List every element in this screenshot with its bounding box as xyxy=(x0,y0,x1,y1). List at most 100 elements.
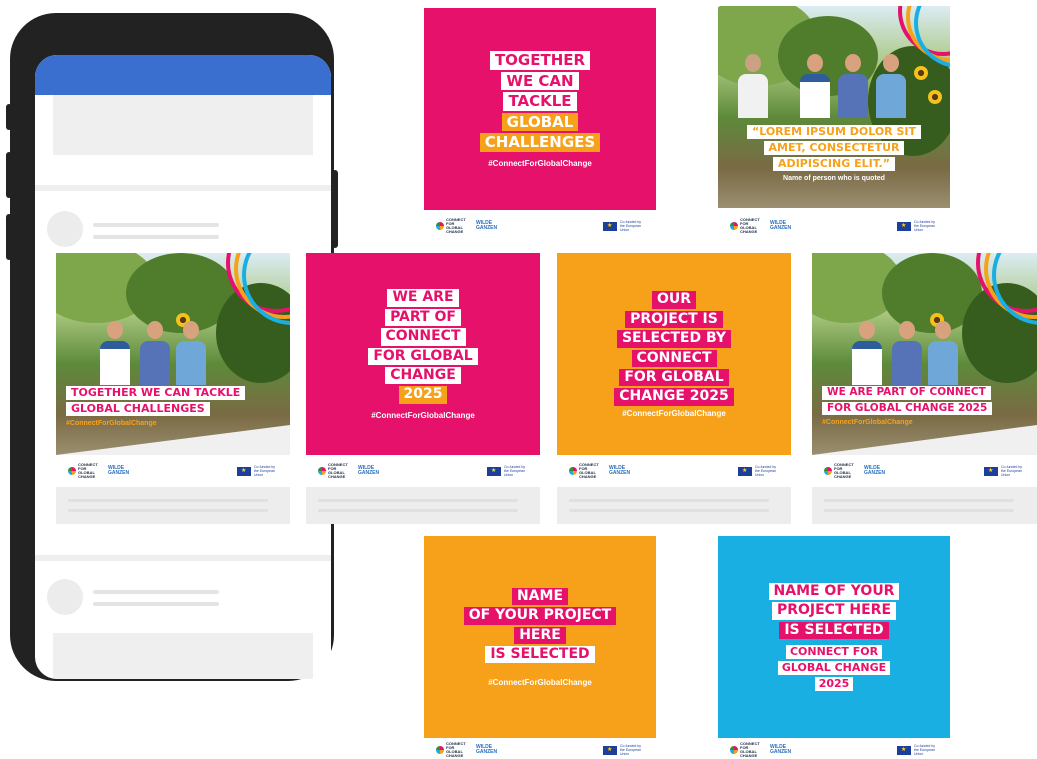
wilde-ganzen-logo: WILDE GANZEN xyxy=(476,744,498,755)
eu-cofunded-logo: Co-funded by the European Union xyxy=(738,465,779,477)
connect-global-change-logo: CONNECT FOR GLOBAL CHANGE xyxy=(730,218,764,234)
group-photo: “LOREM IPSUM DOLOR SIT AMET, CONSECTETUR… xyxy=(718,6,950,208)
wilde-ganzen-logo: WILDE GANZEN xyxy=(358,465,380,476)
post-card-name-selected-blue: NAME OF YOUR PROJECT HERE IS SELECTED CO… xyxy=(718,536,950,759)
eu-flag-icon xyxy=(237,466,251,476)
feed-post-footer xyxy=(56,487,290,524)
feed-post-footer xyxy=(306,487,540,524)
feed-post-photo-together: TOGETHER WE CAN TACKLE GLOBAL CHALLENGES… xyxy=(56,253,290,524)
app-header-bar xyxy=(35,55,331,95)
hashtag-label: #ConnectForGlobalChange xyxy=(66,420,157,428)
headline-line: SELECTED BY xyxy=(616,330,732,348)
wilde-ganzen-logo: WILDE GANZEN xyxy=(864,465,886,476)
logo-strip: CONNECT FOR GLOBAL CHANGE WILDE GANZEN C… xyxy=(424,741,656,759)
text-placeholder xyxy=(93,602,219,606)
logo-strip: CONNECT FOR GLOBAL CHANGE WILDE GANZEN C… xyxy=(718,741,950,759)
logo-strip: CONNECT FOR GLOBAL CHANGE WILDE GANZEN C… xyxy=(56,459,290,483)
headline-line: WE ARE xyxy=(387,289,459,307)
phone-side-button xyxy=(6,214,12,260)
eu-cofunded-logo: Co-funded by the European Union xyxy=(897,220,938,232)
headline-line: TOGETHER WE CAN TACKLE xyxy=(66,386,246,401)
post-background: OUR PROJECT IS SELECTED BY CONNECT FOR G… xyxy=(557,253,791,455)
connect-global-change-logo: CONNECT FOR GLOBAL CHANGE xyxy=(318,463,352,479)
headline-line: CHALLENGES xyxy=(479,133,601,152)
headline-line: NAME xyxy=(511,587,569,606)
wilde-ganzen-logo: WILDE GANZEN xyxy=(770,220,792,231)
headline-line: WE ARE PART OF CONNECT xyxy=(822,386,991,400)
connect-global-change-logo: CONNECT FOR GLOBAL CHANGE xyxy=(730,742,764,758)
headline-line: CONNECT xyxy=(380,328,466,346)
headline-line: FOR GLOBAL xyxy=(368,347,478,365)
post-card-name-selected: NAME OF YOUR PROJECT HERE IS SELECTED #C… xyxy=(424,536,656,759)
feed-post-selected-by: OUR PROJECT IS SELECTED BY CONNECT FOR G… xyxy=(557,253,791,524)
avatar-placeholder xyxy=(47,211,83,247)
quote-line: AMET, CONSECTETUR xyxy=(763,141,905,156)
eu-cofunded-logo: Co-funded by the European Union xyxy=(984,465,1025,477)
post-card-together: TOGETHER WE CAN TACKLE GLOBAL CHALLENGES… xyxy=(424,8,656,240)
post-background: NAME OF YOUR PROJECT HERE IS SELECTED CO… xyxy=(718,536,950,738)
headline-line: TOGETHER xyxy=(489,51,591,70)
quote-attribution: Name of person who is quoted xyxy=(783,175,885,183)
logo-strip: CONNECT FOR GLOBAL CHANGE WILDE GANZEN C… xyxy=(718,214,950,238)
feed-image-placeholder xyxy=(53,633,313,679)
eu-flag-icon xyxy=(603,745,617,755)
subline: CONNECT FOR xyxy=(785,644,883,660)
headline-line: HERE xyxy=(514,626,566,644)
group-photo: WE ARE PART OF CONNECT FOR GLOBAL CHANGE… xyxy=(812,253,1037,455)
connect-global-change-logo: CONNECT FOR GLOBAL CHANGE xyxy=(68,463,102,479)
wilde-ganzen-logo: WILDE GANZEN xyxy=(108,465,130,476)
headline-line: WE CAN xyxy=(501,71,579,91)
logo-strip: CONNECT FOR GLOBAL CHANGE WILDE GANZEN C… xyxy=(812,459,1037,483)
headline-line: OUR xyxy=(651,291,697,309)
avatar-placeholder xyxy=(47,579,83,615)
headline-line: TACKLE xyxy=(503,92,577,111)
eu-flag-icon xyxy=(897,745,911,755)
headline-line: PART OF xyxy=(385,308,461,327)
headline-line: FOR GLOBAL CHANGE 2025 xyxy=(822,401,993,416)
eu-flag-icon xyxy=(603,221,617,231)
phone-side-button xyxy=(332,170,338,248)
headline-line: IS SELECTED xyxy=(485,645,595,664)
headline-line: OF YOUR PROJECT xyxy=(463,607,617,625)
connect-global-change-logo: CONNECT FOR GLOBAL CHANGE xyxy=(824,463,858,479)
feed-divider xyxy=(35,555,331,561)
group-photo: TOGETHER WE CAN TACKLE GLOBAL CHALLENGES… xyxy=(56,253,290,455)
feed-image-placeholder xyxy=(53,95,313,155)
post-background: WE ARE PART OF CONNECT FOR GLOBAL CHANGE… xyxy=(306,253,540,455)
connect-global-change-logo: CONNECT FOR GLOBAL CHANGE xyxy=(436,742,470,758)
text-placeholder xyxy=(93,235,219,239)
post-background: TOGETHER WE CAN TACKLE GLOBAL CHALLENGES… xyxy=(424,8,656,210)
feed-post-footer xyxy=(812,487,1037,524)
phone-side-button xyxy=(6,152,12,198)
headline-line: NAME OF YOUR xyxy=(768,582,900,601)
phone-side-button xyxy=(6,104,12,130)
wilde-ganzen-logo: WILDE GANZEN xyxy=(770,744,792,755)
hashtag-label: #ConnectForGlobalChange xyxy=(822,419,913,427)
logo-strip: CONNECT FOR GLOBAL CHANGE WILDE GANZEN C… xyxy=(557,459,791,483)
headline-line: CHANGE 2025 xyxy=(614,388,734,406)
eu-cofunded-logo: Co-funded by the European Union xyxy=(237,465,278,477)
headline-line: CONNECT xyxy=(631,349,717,367)
subline: GLOBAL CHANGE xyxy=(777,661,891,676)
eu-cofunded-logo: Co-funded by the European Union xyxy=(603,744,644,756)
wilde-ganzen-logo: WILDE GANZEN xyxy=(609,465,631,476)
hashtag-label: #ConnectForGlobalChange xyxy=(488,678,592,688)
headline-line: PROJECT IS xyxy=(625,310,723,329)
headline-line: GLOBAL xyxy=(501,112,579,132)
feed-post-photo-part-of: WE ARE PART OF CONNECT FOR GLOBAL CHANGE… xyxy=(812,253,1037,524)
eu-flag-icon xyxy=(487,466,501,476)
quote-line: ADIPISCING ELIT.” xyxy=(773,157,895,172)
logo-strip: CONNECT FOR GLOBAL CHANGE WILDE GANZEN C… xyxy=(424,214,656,238)
feed-post-footer xyxy=(557,487,791,524)
eu-cofunded-logo: Co-funded by the European Union xyxy=(897,744,938,756)
hashtag-label: #ConnectForGlobalChange xyxy=(371,410,475,420)
feed-post-part-of: WE ARE PART OF CONNECT FOR GLOBAL CHANGE… xyxy=(306,253,540,524)
quote-line: “LOREM IPSUM DOLOR SIT xyxy=(746,125,921,140)
eu-cofunded-logo: Co-funded by the European Union xyxy=(603,220,644,232)
eu-flag-icon xyxy=(738,466,752,476)
headline-line: CHANGE xyxy=(385,366,461,385)
post-background: NAME OF YOUR PROJECT HERE IS SELECTED #C… xyxy=(424,536,656,738)
logo-strip: CONNECT FOR GLOBAL CHANGE WILDE GANZEN C… xyxy=(306,459,540,483)
feed-divider xyxy=(35,185,331,191)
text-placeholder xyxy=(93,223,219,227)
